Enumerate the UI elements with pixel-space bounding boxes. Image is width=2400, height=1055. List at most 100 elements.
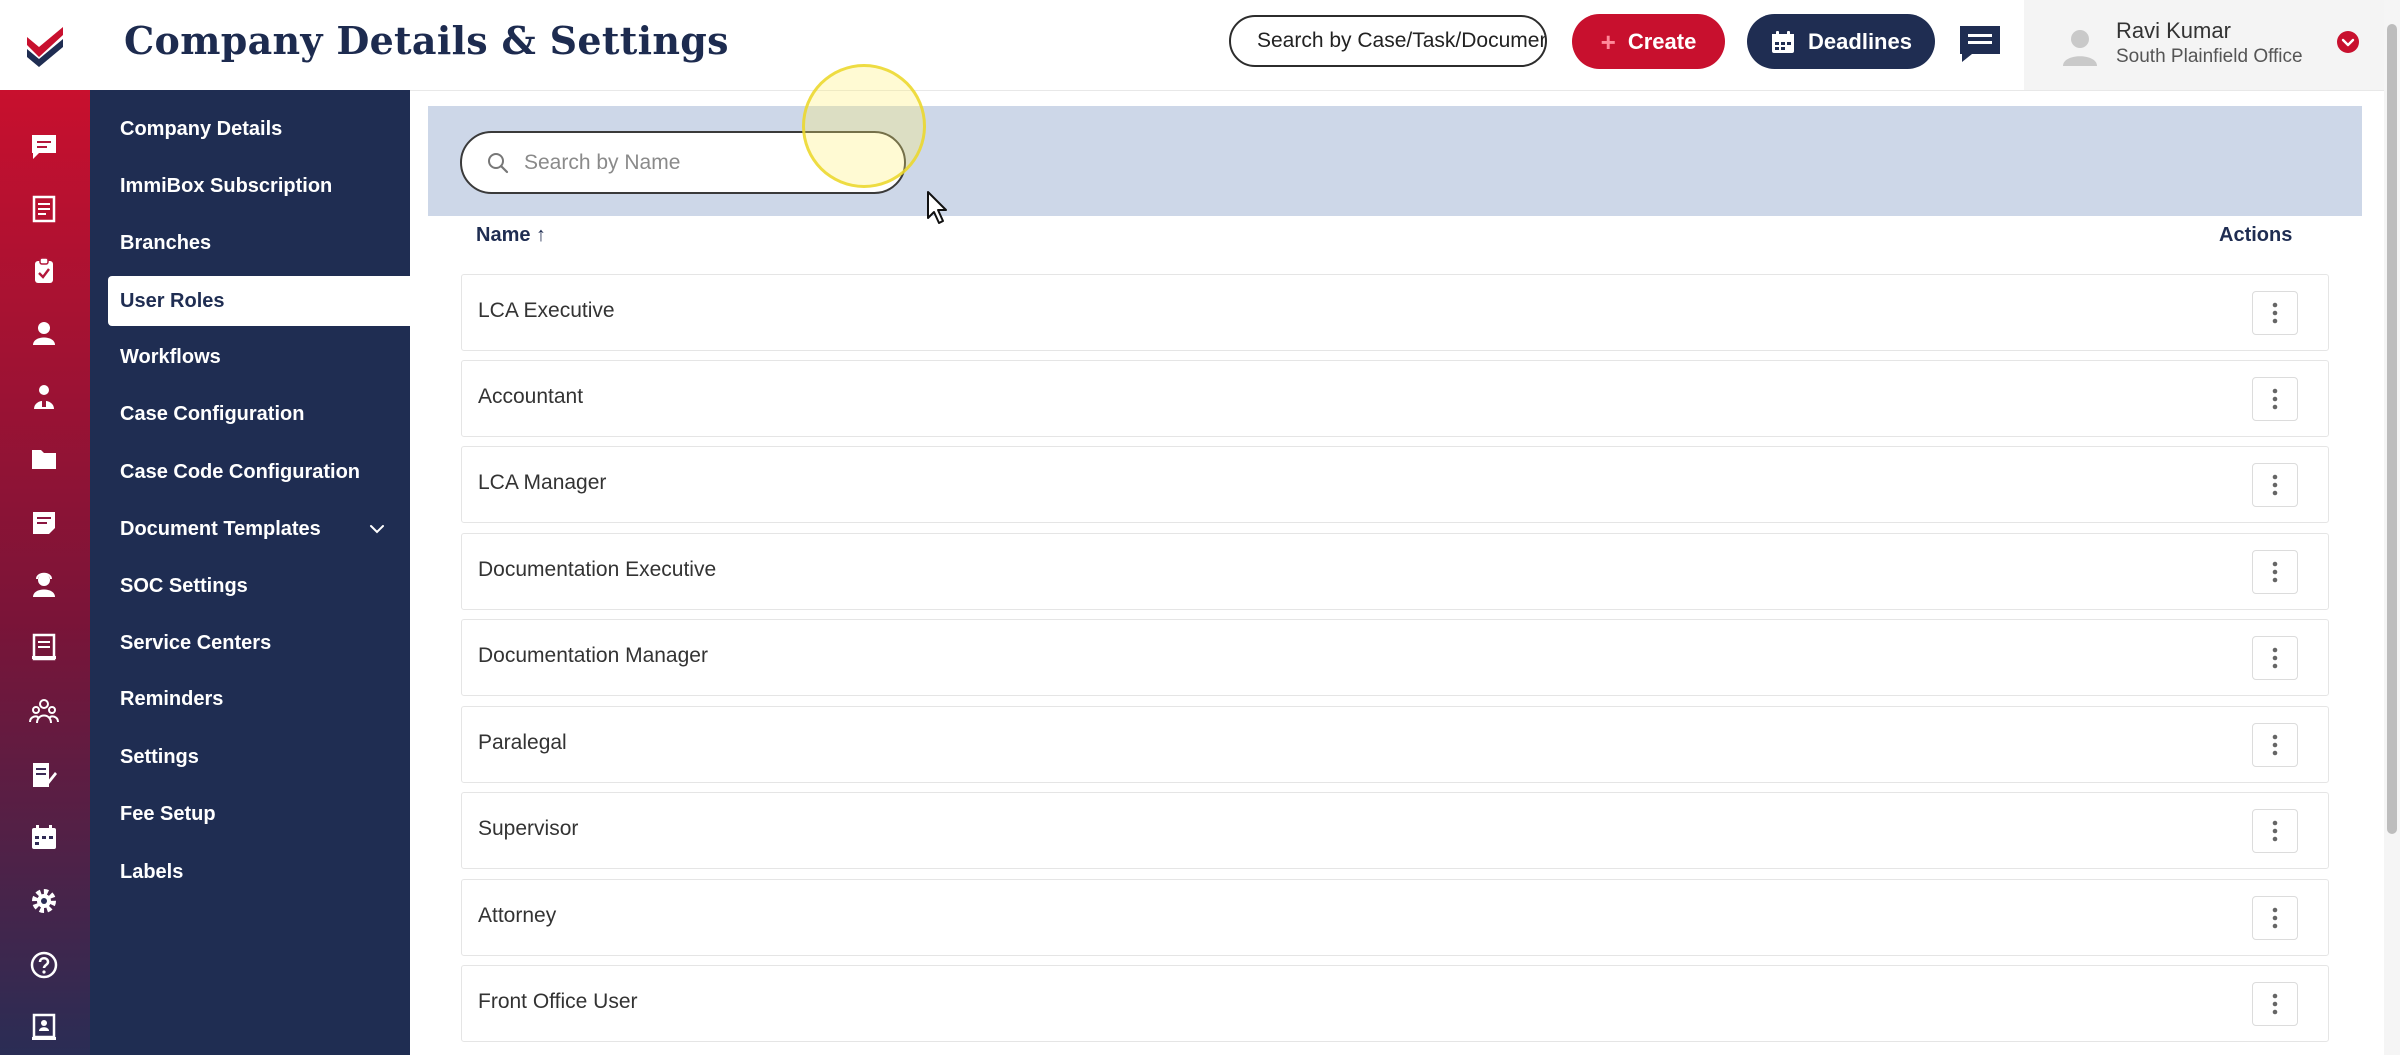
table-row[interactable]: Paralegal bbox=[461, 706, 2329, 783]
chevron-down-icon[interactable] bbox=[2336, 30, 2360, 54]
role-name: Documentation Manager bbox=[478, 644, 708, 667]
menu-item-label: Case Configuration bbox=[120, 402, 305, 425]
role-name: Attorney bbox=[478, 904, 557, 927]
user-menu[interactable]: Ravi Kumar South Plainfield Office bbox=[2024, 0, 2400, 90]
menu-item-branches[interactable]: Branches bbox=[90, 218, 410, 268]
menu-item-label: User Roles bbox=[120, 289, 225, 312]
menu-item-label: Reminders bbox=[120, 687, 224, 710]
more-vertical-icon bbox=[2272, 302, 2278, 324]
document-icon[interactable] bbox=[27, 630, 61, 664]
deadlines-button-label: Deadlines bbox=[1808, 28, 1912, 54]
table-row[interactable]: Attorney bbox=[461, 879, 2329, 956]
role-name: LCA Manager bbox=[478, 471, 607, 494]
gear-icon[interactable] bbox=[27, 884, 61, 918]
table-row[interactable]: Documentation Manager bbox=[461, 619, 2329, 696]
scrollbar-thumb[interactable] bbox=[2387, 24, 2397, 834]
row-actions-button[interactable] bbox=[2252, 809, 2298, 853]
table-row[interactable]: LCA Manager bbox=[461, 446, 2329, 523]
global-search-input[interactable]: Search by Case/Task/Document bbox=[1229, 15, 1547, 67]
mouse-pointer-icon bbox=[927, 191, 947, 224]
more-vertical-icon bbox=[2272, 561, 2278, 583]
menu-item-label: Case Code Configuration bbox=[120, 460, 361, 483]
calendar-icon[interactable] bbox=[27, 820, 61, 854]
table-row[interactable]: Front Office User bbox=[461, 965, 2329, 1042]
menu-item-reminders[interactable]: Reminders bbox=[90, 674, 410, 724]
menu-item-fee-setup[interactable]: Fee Setup bbox=[90, 789, 410, 839]
menu-item-service-centers[interactable]: Service Centers bbox=[90, 618, 410, 668]
folder-icon[interactable] bbox=[27, 442, 61, 476]
person-icon[interactable] bbox=[27, 316, 61, 350]
role-name: Paralegal bbox=[478, 731, 567, 754]
menu-item-case-code-configuration[interactable]: Case Code Configuration bbox=[90, 447, 410, 497]
row-actions-button[interactable] bbox=[2252, 463, 2298, 507]
menu-item-label: Fee Setup bbox=[120, 802, 216, 825]
page-title: Company Details & Settings bbox=[124, 18, 729, 63]
column-header-name-label: Name bbox=[476, 224, 531, 246]
users-icon[interactable] bbox=[27, 694, 61, 728]
avatar-icon bbox=[2063, 30, 2097, 66]
menu-item-immibox-subscription[interactable]: ImmiBox Subscription bbox=[90, 161, 410, 211]
role-name: Supervisor bbox=[478, 817, 579, 840]
settings-menu: Company Details ImmiBox Subscription Bra… bbox=[90, 90, 410, 1055]
menu-item-soc-settings[interactable]: SOC Settings bbox=[90, 561, 410, 611]
menu-item-label: Settings bbox=[120, 745, 199, 768]
global-search-placeholder: Search by Case/Task/Document bbox=[1257, 29, 1547, 52]
menu-item-document-templates[interactable]: Document Templates bbox=[90, 504, 410, 554]
role-name: Accountant bbox=[478, 385, 584, 408]
menu-item-label: Workflows bbox=[120, 345, 221, 368]
clipboard-icon[interactable] bbox=[27, 254, 61, 288]
role-name: LCA Executive bbox=[478, 299, 615, 322]
menu-item-workflows[interactable]: Workflows bbox=[90, 332, 410, 382]
deadlines-button[interactable]: Deadlines bbox=[1747, 14, 1935, 69]
help-icon[interactable] bbox=[27, 948, 61, 982]
row-actions-button[interactable] bbox=[2252, 896, 2298, 940]
menu-item-labels[interactable]: Labels bbox=[90, 847, 410, 897]
book-icon[interactable] bbox=[27, 1010, 61, 1044]
page-scrollbar[interactable] bbox=[2384, 0, 2400, 1055]
row-actions-button[interactable] bbox=[2252, 291, 2298, 335]
menu-item-label: Service Centers bbox=[120, 631, 272, 654]
menu-item-case-configuration[interactable]: Case Configuration bbox=[90, 389, 410, 439]
edit-doc-icon[interactable] bbox=[27, 758, 61, 792]
row-actions-button[interactable] bbox=[2252, 723, 2298, 767]
menu-item-label: Document Templates bbox=[120, 517, 321, 540]
table-row[interactable]: Supervisor bbox=[461, 792, 2329, 869]
calendar-icon bbox=[1772, 30, 1795, 53]
row-actions-button[interactable] bbox=[2252, 377, 2298, 421]
chat-icon[interactable] bbox=[1958, 24, 2002, 64]
table-row[interactable]: Accountant bbox=[461, 360, 2329, 437]
column-header-name[interactable]: Name ↑ bbox=[476, 224, 546, 247]
user-office: South Plainfield Office bbox=[2116, 46, 2303, 67]
notes-icon[interactable] bbox=[27, 506, 61, 540]
menu-item-label: SOC Settings bbox=[120, 574, 248, 597]
notebook-icon[interactable] bbox=[27, 192, 61, 226]
app-header: Company Details & Settings Search by Cas… bbox=[0, 0, 2400, 91]
more-vertical-icon bbox=[2272, 993, 2278, 1015]
menu-item-label: Labels bbox=[120, 860, 184, 883]
messages-icon[interactable] bbox=[27, 130, 61, 164]
row-actions-button[interactable] bbox=[2252, 982, 2298, 1026]
logo-icon bbox=[27, 27, 63, 67]
table-row[interactable]: Documentation Executive bbox=[461, 533, 2329, 610]
row-actions-button[interactable] bbox=[2252, 550, 2298, 594]
role-name: Front Office User bbox=[478, 990, 638, 1013]
icon-rail bbox=[0, 90, 90, 1055]
table-row[interactable]: LCA Executive bbox=[461, 274, 2329, 351]
agent-icon[interactable] bbox=[27, 568, 61, 602]
group-icon[interactable] bbox=[27, 380, 61, 414]
more-vertical-icon bbox=[2272, 388, 2278, 410]
create-button[interactable]: + Create bbox=[1572, 14, 1725, 69]
create-button-label: Create bbox=[1627, 28, 1697, 54]
app-logo[interactable] bbox=[0, 0, 90, 90]
row-actions-button[interactable] bbox=[2252, 636, 2298, 680]
role-name: Documentation Executive bbox=[478, 558, 717, 581]
more-vertical-icon bbox=[2272, 820, 2278, 842]
search-icon bbox=[488, 152, 509, 173]
menu-item-user-roles[interactable]: User Roles bbox=[108, 276, 410, 326]
more-vertical-icon bbox=[2272, 907, 2278, 929]
menu-item-label: ImmiBox Subscription bbox=[120, 174, 333, 197]
more-vertical-icon bbox=[2272, 474, 2278, 496]
menu-item-company-details[interactable]: Company Details bbox=[90, 104, 410, 154]
menu-item-settings[interactable]: Settings bbox=[90, 732, 410, 782]
more-vertical-icon bbox=[2272, 734, 2278, 756]
